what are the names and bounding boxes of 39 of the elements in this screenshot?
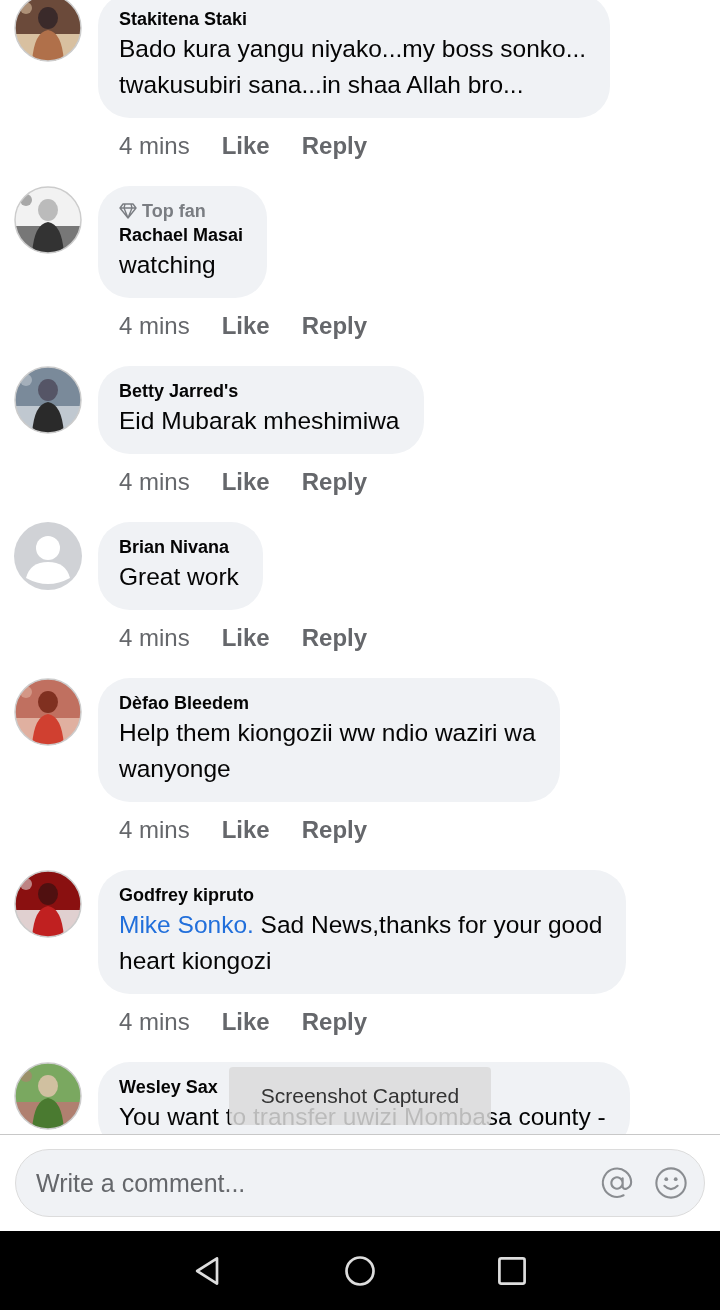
commenter-name[interactable]: Dèfao Bleedem bbox=[119, 691, 250, 715]
commenter-name[interactable]: Betty Jarred's bbox=[119, 379, 239, 403]
comment-text: Bado kura yangu niyako...my boss sonko... twakusubiri sana...in shaa Allah bro... bbox=[119, 34, 587, 100]
comment-text: Help them kiongozii ww ndio waziri wa wanyonge bbox=[119, 718, 536, 784]
commenter-name[interactable]: Godfrey kipruto bbox=[119, 883, 254, 907]
like-link[interactable]: Like bbox=[221, 132, 270, 160]
commenter-name[interactable]: Brian Nivana bbox=[119, 535, 230, 559]
reply-link[interactable]: Reply bbox=[301, 312, 368, 340]
comment-time: 4 mins bbox=[119, 468, 190, 496]
comment-text: Great work bbox=[119, 562, 239, 592]
like-link[interactable]: Like bbox=[221, 468, 270, 496]
comment-time: 4 mins bbox=[119, 624, 190, 652]
like-link[interactable]: Like bbox=[221, 312, 270, 340]
reply-link[interactable]: Reply bbox=[301, 1008, 368, 1036]
top-fan-label: Top fan bbox=[142, 200, 206, 223]
comment-text: Eid Mubarak mheshimiwa bbox=[119, 406, 400, 436]
comment-time: 4 mins bbox=[119, 816, 190, 844]
reply-link[interactable]: Reply bbox=[301, 468, 368, 496]
reply-link[interactable]: Reply bbox=[301, 816, 368, 844]
comment-field[interactable]: Write a comment... bbox=[15, 1149, 705, 1217]
default-avatar-icon bbox=[14, 522, 82, 590]
comment-time: 4 mins bbox=[119, 1008, 190, 1036]
like-link[interactable]: Like bbox=[221, 816, 270, 844]
reply-link[interactable]: Reply bbox=[301, 624, 368, 652]
diamond-icon bbox=[119, 203, 137, 219]
comment-text: watching bbox=[119, 250, 216, 280]
commenter-name[interactable]: Rachael Masai bbox=[119, 223, 244, 247]
mention-link[interactable]: Mike Sonko. bbox=[119, 911, 254, 938]
comment-time: 4 mins bbox=[119, 312, 190, 340]
comment-input[interactable]: Write a comment... bbox=[34, 1167, 580, 1199]
commenter-name[interactable]: Wesley Sax bbox=[119, 1075, 218, 1099]
mention-icon[interactable] bbox=[600, 1166, 634, 1200]
comment-time: 4 mins bbox=[119, 132, 190, 160]
reply-link[interactable]: Reply bbox=[301, 132, 368, 160]
like-link[interactable]: Like bbox=[221, 1008, 270, 1036]
emoji-icon[interactable] bbox=[654, 1166, 688, 1200]
comment-text: Mike Sonko. Sad News,thanks for your good heart kiongozi bbox=[119, 910, 603, 976]
like-link[interactable]: Like bbox=[221, 624, 270, 652]
commenter-name[interactable]: Stakitena Staki bbox=[119, 7, 248, 31]
